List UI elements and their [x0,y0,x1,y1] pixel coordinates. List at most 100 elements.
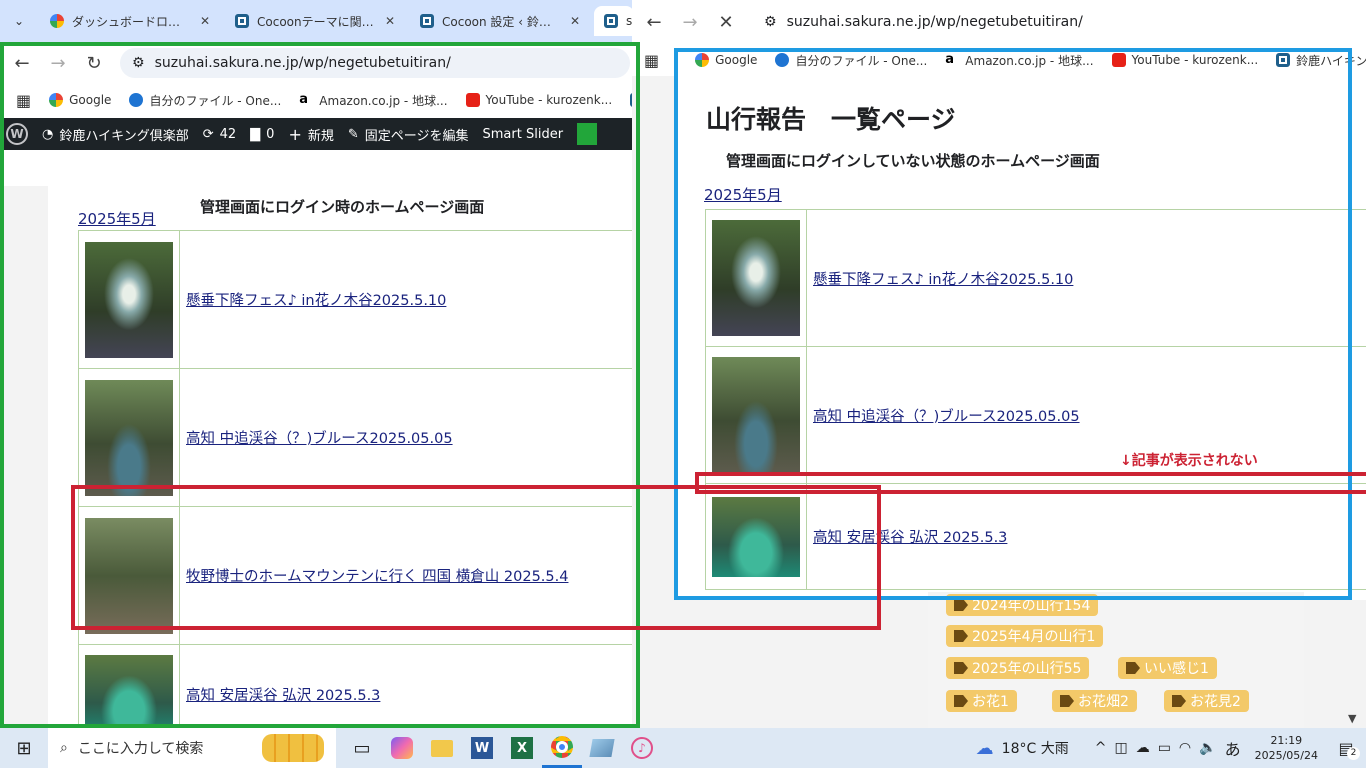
tag-icon [954,599,968,611]
site-info-icon[interactable]: ⚙ [764,14,777,30]
bookmark-google[interactable]: Google [49,93,111,107]
tag-item[interactable]: いい感じ1 [1118,657,1217,679]
reload-icon[interactable]: ↻ [76,53,112,74]
month-link[interactable]: 2025年5月 [704,184,782,205]
onedrive-icon[interactable]: ☁ [1136,740,1150,756]
date-text: 2025/05/24 [1254,749,1318,762]
search-box[interactable]: ⌕ ここに入力して検索 [48,728,336,768]
time-text: 21:19 [1270,734,1303,747]
bookmark-amazon[interactable]: a Amazon.co.jp - 地球... [945,52,1094,69]
site-info-icon[interactable]: ⚙ [132,55,145,71]
post-link[interactable]: 懸垂下降フェス♪ in花ノ木谷2025.5.10 [186,293,446,309]
tab-cocoon-settings[interactable]: Cocoon 設定 ‹ 鈴鹿ハ ✕ [410,6,590,36]
address-bar[interactable]: ⚙ suzuhai.sakura.ne.jp/wp/negetubetuitir… [752,7,1352,37]
file-explorer-icon[interactable] [422,728,462,768]
bookmark-amazon[interactable]: a Amazon.co.jp - 地球... [299,92,448,109]
bookmark-label: 鈴鹿ハイキング倶楽部 [1296,53,1366,68]
battery-icon[interactable]: ▭ [1158,740,1171,756]
tab-dashboard[interactable]: ダッシュボードログイン時と ✕ [40,6,220,36]
tag-item[interactable]: 2025年の山行55 [946,657,1090,679]
apps-icon[interactable]: ▦ [16,91,31,110]
tag-icon [1126,662,1140,674]
notification-icon[interactable]: ▤ 2 [1326,739,1366,760]
content-area: 管理画面にログイン時のホームページ画面 2025年5月 懸垂下降フェス♪ in花… [48,186,640,728]
close-icon[interactable]: ✕ [570,14,580,28]
chevron-up-icon[interactable]: ^ [1095,740,1107,756]
copilot-icon[interactable] [382,728,422,768]
scroll-down-icon[interactable]: ▼ [1348,712,1356,725]
bookmark-suzuhai[interactable]: 鈴鹿ハイキング倶楽部 [1276,52,1366,69]
forward-icon[interactable]: → [672,12,708,33]
app-icon[interactable] [582,728,622,768]
post-link[interactable]: 高知 中追渓谷（？)ブルース2025.05.05 [186,431,453,447]
close-icon[interactable]: ✕ [200,14,210,28]
post-thumbnail[interactable] [712,496,800,577]
admin-smart-slider[interactable]: Smart Slider [483,127,564,142]
tag-icon [954,695,968,707]
post-link[interactable]: 高知 安居渓谷 弘沢 2025.5.3 [186,688,380,704]
post-thumbnail[interactable] [85,241,173,358]
post-thumbnail[interactable] [85,517,173,634]
admin-comments[interactable]: ▇ 0 [250,127,274,142]
address-bar[interactable]: ⚙ suzuhai.sakura.ne.jp/wp/negetubetuitir… [120,48,630,78]
tab-cocoon-theme[interactable]: Cocoonテーマに関する新 ✕ [225,6,405,36]
tag-item[interactable]: お花見2 [1164,690,1249,712]
post-link[interactable]: 高知 中追渓谷（？)ブルース2025.05.05 [813,409,1080,425]
speaker-icon[interactable]: 🔈 [1199,740,1216,756]
back-icon[interactable]: ← [636,12,672,33]
wifi-icon[interactable]: ◠ [1179,740,1191,756]
tag-label: いい感じ1 [1144,661,1209,677]
forward-icon[interactable]: → [40,53,76,74]
excel-icon[interactable]: X [502,728,542,768]
post-link[interactable]: 高知 安居渓谷 弘沢 2025.5.3 [813,530,1007,546]
post-link[interactable]: 懸垂下降フェス♪ in花ノ木谷2025.5.10 [813,272,1073,288]
bookmark-youtube[interactable]: YouTube - kurozenk... [1111,53,1258,67]
post-thumbnail[interactable] [85,654,173,728]
stop-icon[interactable]: ✕ [708,12,744,33]
search-icon: ⌕ [60,740,68,756]
bookmarks-bar: ▦ Google 自分のファイル - One... a Amazon.co.jp … [0,82,640,118]
tag-label: 2025年4月の山行1 [972,629,1096,645]
admin-bar-extra[interactable] [577,123,598,145]
post-thumbnail[interactable] [85,379,173,496]
word-icon[interactable]: W [462,728,502,768]
chrome-icon[interactable] [542,728,582,768]
back-icon[interactable]: ← [4,53,40,74]
admin-new[interactable]: + 新規 [288,125,333,144]
content-area: 山行報告 一覧ページ 管理画面にログインしていない状態のホームページ画面 202… [678,76,1366,600]
clock[interactable]: 21:19 2025/05/24 [1255,733,1318,763]
tag-item[interactable]: 2024年の山行154 [946,594,1099,616]
post-thumbnail[interactable] [712,357,800,473]
tab-active[interactable]: s [594,6,634,36]
bookmark-google[interactable]: Google [695,53,757,67]
title-cell: 高知 安居渓谷 弘沢 2025.5.3 [179,644,640,728]
tag-item[interactable]: 2025年4月の山行1 [946,625,1104,647]
edit-label: 固定ページを編集 [364,128,469,144]
admin-edit-page[interactable]: ✎ 固定ページを編集 [348,125,469,144]
post-link[interactable]: 牧野博士のホームマウンテンに行く 四国 横倉山 2025.5.4 [186,569,568,585]
weather-text[interactable]: 18°C 大雨 [1002,738,1069,758]
tag-item[interactable]: お花1 [946,690,1017,712]
cocoon-icon [1276,53,1291,67]
bookmark-onedrive[interactable]: 自分のファイル - One... [129,92,281,109]
apps-icon[interactable]: ▦ [644,51,659,70]
month-link[interactable]: 2025年5月 [78,208,156,229]
weather-icon[interactable]: ☁ [976,738,994,759]
task-view-icon[interactable]: ▭ [342,728,382,768]
windows-start-icon[interactable]: ⊞ [0,728,48,768]
table-row: 懸垂下降フェス♪ in花ノ木谷2025.5.10 [705,209,1366,347]
wordpress-logo-icon[interactable]: W [6,123,28,145]
post-thumbnail[interactable] [712,220,800,336]
post-table: 懸垂下降フェス♪ in花ノ木谷2025.5.10 高知 中追渓谷（？)ブルース2… [78,230,640,728]
admin-updates[interactable]: ⟳ 42 [203,127,236,142]
bookmark-youtube[interactable]: YouTube - kurozenk... [465,93,612,107]
camera-icon[interactable]: ◫ [1114,740,1127,756]
right-toolbar: ← → ✕ ⚙ suzuhai.sakura.ne.jp/wp/negetube… [632,0,1366,44]
itunes-icon[interactable]: ♪ [622,728,662,768]
ime-indicator[interactable]: あ [1225,736,1241,760]
tag-item[interactable]: お花畑2 [1052,690,1137,712]
bookmark-onedrive[interactable]: 自分のファイル - One... [775,52,927,69]
tab-list-button[interactable]: ⌄ [4,6,38,36]
admin-site-menu[interactable]: ◔ 鈴鹿ハイキング倶楽部 [42,125,189,144]
close-icon[interactable]: ✕ [385,14,395,28]
